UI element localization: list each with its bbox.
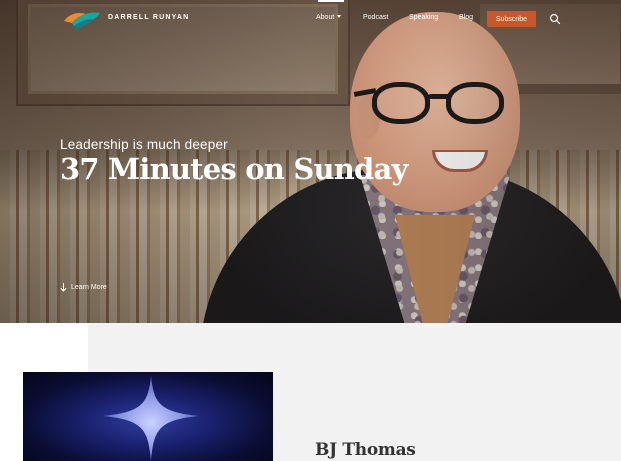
nav-item-label: About <box>316 14 335 21</box>
arrow-down-icon <box>60 283 67 292</box>
hero-section: Leadership is much deeper 37 Minutes on … <box>0 0 621 323</box>
hero-title: 37 Minutes on Sunday <box>60 152 408 186</box>
brand-name[interactable]: DARRELL RUNYAN <box>108 14 189 21</box>
active-indicator <box>318 0 344 2</box>
bird-logo-icon[interactable] <box>62 9 102 31</box>
nav-item-about[interactable]: About <box>316 14 342 21</box>
star-cross-icon <box>103 376 199 461</box>
nav-item-podcast[interactable]: Podcast <box>363 14 388 21</box>
subscribe-button[interactable]: Subscribe <box>487 11 536 27</box>
nav-item-blog[interactable]: Blog <box>459 14 473 21</box>
nav-item-speaking[interactable]: Speaking <box>409 14 438 21</box>
learn-more-label: Learn More <box>71 284 107 291</box>
chevron-down-icon <box>337 15 342 18</box>
post-title[interactable]: BJ Thomas <box>315 440 416 460</box>
top-navigation: DARRELL RUNYAN About Podcast Speaking Bl… <box>0 0 621 38</box>
post-thumbnail[interactable] <box>23 372 273 461</box>
learn-more-link[interactable]: Learn More <box>60 283 107 292</box>
hero-tagline: Leadership is much deeper <box>60 137 228 152</box>
search-icon[interactable] <box>549 13 561 25</box>
